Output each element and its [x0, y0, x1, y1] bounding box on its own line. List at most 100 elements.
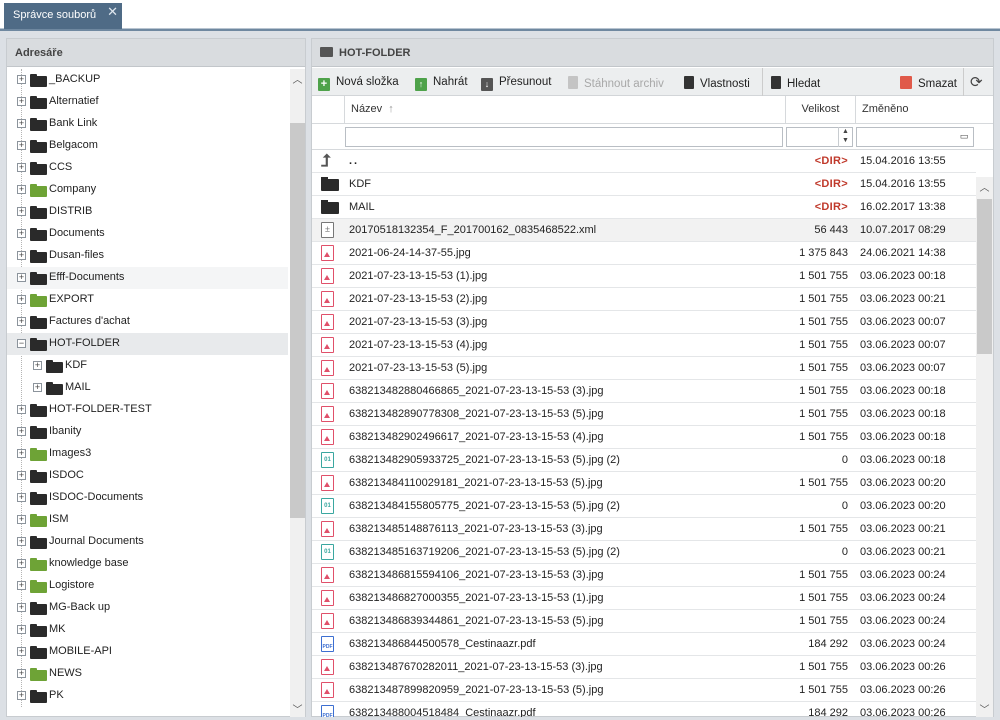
file-row[interactable]: 2021-06-24-14-37-55.jpg 1 375 843 24.06.20… — [312, 242, 976, 265]
chevron-down-icon[interactable]: ﹀ — [977, 701, 992, 716]
file-row[interactable]: PDF 638213486844500578_Cestinaazr.pdf 184 … — [312, 633, 976, 656]
tree-item[interactable]: + ISDOC — [7, 465, 288, 487]
expand-icon[interactable]: + — [17, 119, 26, 128]
tree-item[interactable]: + Bank Link — [7, 113, 288, 135]
file-row[interactable]: 638213482880466865_2021-07-23-13-15-53 (… — [312, 380, 976, 403]
tree-item[interactable]: + knowledge base — [7, 553, 288, 575]
expand-icon[interactable]: + — [17, 603, 26, 612]
tree-item[interactable]: + CCS — [7, 157, 288, 179]
expand-icon[interactable]: + — [17, 295, 26, 304]
expand-icon[interactable]: + — [33, 383, 42, 392]
tree-item[interactable]: + MK — [7, 619, 288, 641]
tree-item[interactable]: + _BACKUP — [7, 69, 288, 91]
expand-icon[interactable]: + — [17, 449, 26, 458]
expand-icon[interactable]: + — [17, 669, 26, 678]
tree-item[interactable]: + Efff-Documents — [7, 267, 288, 289]
file-row[interactable]: 638213486827000355_2021-07-23-13-15-53 (… — [312, 587, 976, 610]
file-row[interactable]: 2021-07-23-13-15-53 (3).jpg 1 501 755 03.0… — [312, 311, 976, 334]
tree-item[interactable]: + KDF — [7, 355, 288, 377]
file-row[interactable]: 638213486839344861_2021-07-23-13-15-53 (… — [312, 610, 976, 633]
file-row[interactable]: 638213487670282011_2021-07-23-13-15-53 (… — [312, 656, 976, 679]
tree-item[interactable]: + Company — [7, 179, 288, 201]
tree-item[interactable]: + HOT-FOLDER-TEST — [7, 399, 288, 421]
expand-icon[interactable]: + — [17, 471, 26, 480]
file-list-scrollbar-thumb[interactable] — [977, 199, 992, 354]
tree-item[interactable]: + Documents — [7, 223, 288, 245]
file-row[interactable]: KDF <DIR> 15.04.2016 13:55 — [312, 173, 976, 196]
expand-icon[interactable]: + — [17, 97, 26, 106]
upload-button[interactable]: ↑ Nahrát — [415, 68, 468, 96]
file-row[interactable]: ±20170518132354_F_201700162_0835468522.x… — [312, 219, 976, 242]
file-row[interactable]: 2021-07-23-13-15-53 (5).jpg 1 501 755 03.0… — [312, 357, 976, 380]
tree-item[interactable]: + MAIL — [7, 377, 288, 399]
expand-icon[interactable]: + — [17, 185, 26, 194]
expand-icon[interactable]: + — [17, 251, 26, 260]
expand-icon[interactable]: + — [17, 647, 26, 656]
tree-item[interactable]: − HOT-FOLDER — [7, 333, 288, 355]
file-row[interactable]: 01 638213482905933725_2021-07-23-13-15-53… — [312, 449, 976, 472]
file-row[interactable]: PDF 638213488004518484_Cestinaazr.pdf 184 … — [312, 702, 976, 717]
file-row[interactable]: 638213484110029181_2021-07-23-13-15-53 (… — [312, 472, 976, 495]
expand-icon[interactable]: + — [17, 559, 26, 568]
download-archive-button[interactable]: Stáhnout archiv — [568, 68, 664, 96]
expand-icon[interactable]: + — [17, 207, 26, 216]
expand-icon[interactable]: + — [33, 361, 42, 370]
expand-icon[interactable]: + — [17, 317, 26, 326]
file-row[interactable]: 2021-07-23-13-15-53 (1).jpg 1 501 755 03.0… — [312, 265, 976, 288]
chevron-down-icon[interactable]: ﹀ — [290, 701, 305, 716]
file-row[interactable]: 01 638213485163719206_2021-07-23-13-15-53… — [312, 541, 976, 564]
file-row[interactable]: MAIL <DIR> 16.02.2017 13:38 — [312, 196, 976, 219]
file-row[interactable]: 638213485148876113_2021-07-23-13-15-53 (… — [312, 518, 976, 541]
tree-item[interactable]: + MG-Back up — [7, 597, 288, 619]
properties-button[interactable]: Vlastnosti — [684, 68, 750, 96]
calendar-icon[interactable]: ▭ — [957, 127, 971, 147]
expand-icon[interactable]: + — [17, 163, 26, 172]
expand-icon[interactable]: + — [17, 427, 26, 436]
expand-icon[interactable]: + — [17, 515, 26, 524]
expand-icon[interactable]: + — [17, 75, 26, 84]
expand-icon[interactable]: + — [17, 405, 26, 414]
size-spinner-icon[interactable]: ▲ ▼ — [838, 127, 852, 147]
column-modified[interactable]: Změněno — [855, 96, 976, 124]
tree-item[interactable]: + ISM — [7, 509, 288, 531]
file-row[interactable]: 638213482902496617_2021-07-23-13-15-53 (… — [312, 426, 976, 449]
close-icon[interactable]: ✕ — [107, 4, 118, 20]
refresh-icon[interactable]: ⟳ — [963, 68, 983, 96]
tree-item[interactable]: + Alternatief — [7, 91, 288, 113]
column-size[interactable]: Velikost — [785, 96, 855, 124]
file-row[interactable]: 638213487899820959_2021-07-23-13-15-53 (… — [312, 679, 976, 702]
file-row[interactable]: 638213486815594106_2021-07-23-13-15-53 (… — [312, 564, 976, 587]
tab-file-manager[interactable]: Správce souborů ✕ — [4, 3, 122, 29]
search-button[interactable]: Hledat — [762, 68, 820, 96]
tree-item[interactable]: + DISTRIB — [7, 201, 288, 223]
name-filter-input[interactable] — [345, 127, 783, 147]
expand-icon[interactable]: + — [17, 625, 26, 634]
chevron-up-icon[interactable]: ︿ — [290, 71, 305, 86]
tree-scrollbar-thumb[interactable] — [290, 123, 305, 518]
tree-item[interactable]: + Belgacom — [7, 135, 288, 157]
move-button[interactable]: ↓ Přesunout — [481, 68, 551, 96]
expand-icon[interactable]: + — [17, 581, 26, 590]
file-row[interactable]: 2021-07-23-13-15-53 (2).jpg 1 501 755 03.0… — [312, 288, 976, 311]
tree-item[interactable]: + Ibanity — [7, 421, 288, 443]
file-row[interactable]: 638213482890778308_2021-07-23-13-15-53 (… — [312, 403, 976, 426]
tree-item[interactable]: + ISDOC-Documents — [7, 487, 288, 509]
expand-icon[interactable]: + — [17, 273, 26, 282]
tree-item[interactable]: + Logistore — [7, 575, 288, 597]
column-name[interactable]: Název ↑ — [344, 96, 785, 124]
tree-item[interactable]: + Journal Documents — [7, 531, 288, 553]
expand-icon[interactable]: + — [17, 141, 26, 150]
tree-item[interactable]: + Dusan-files — [7, 245, 288, 267]
tree-item[interactable]: + EXPORT — [7, 289, 288, 311]
file-row[interactable]: 01 638213484155805775_2021-07-23-13-15-53… — [312, 495, 976, 518]
chevron-up-icon[interactable]: ︿ — [977, 179, 992, 194]
expand-icon[interactable]: + — [17, 691, 26, 700]
tree-item[interactable]: + Factures d'achat — [7, 311, 288, 333]
tree-item[interactable]: + MOBILE-API — [7, 641, 288, 663]
expand-icon[interactable]: + — [17, 229, 26, 238]
tree-item[interactable]: + Images3 — [7, 443, 288, 465]
tree-item[interactable]: + NEWS — [7, 663, 288, 685]
delete-button[interactable]: Smazat — [900, 68, 957, 96]
tree-item[interactable]: + PK — [7, 685, 288, 707]
file-row[interactable]: 2021-07-23-13-15-53 (4).jpg 1 501 755 03.0… — [312, 334, 976, 357]
